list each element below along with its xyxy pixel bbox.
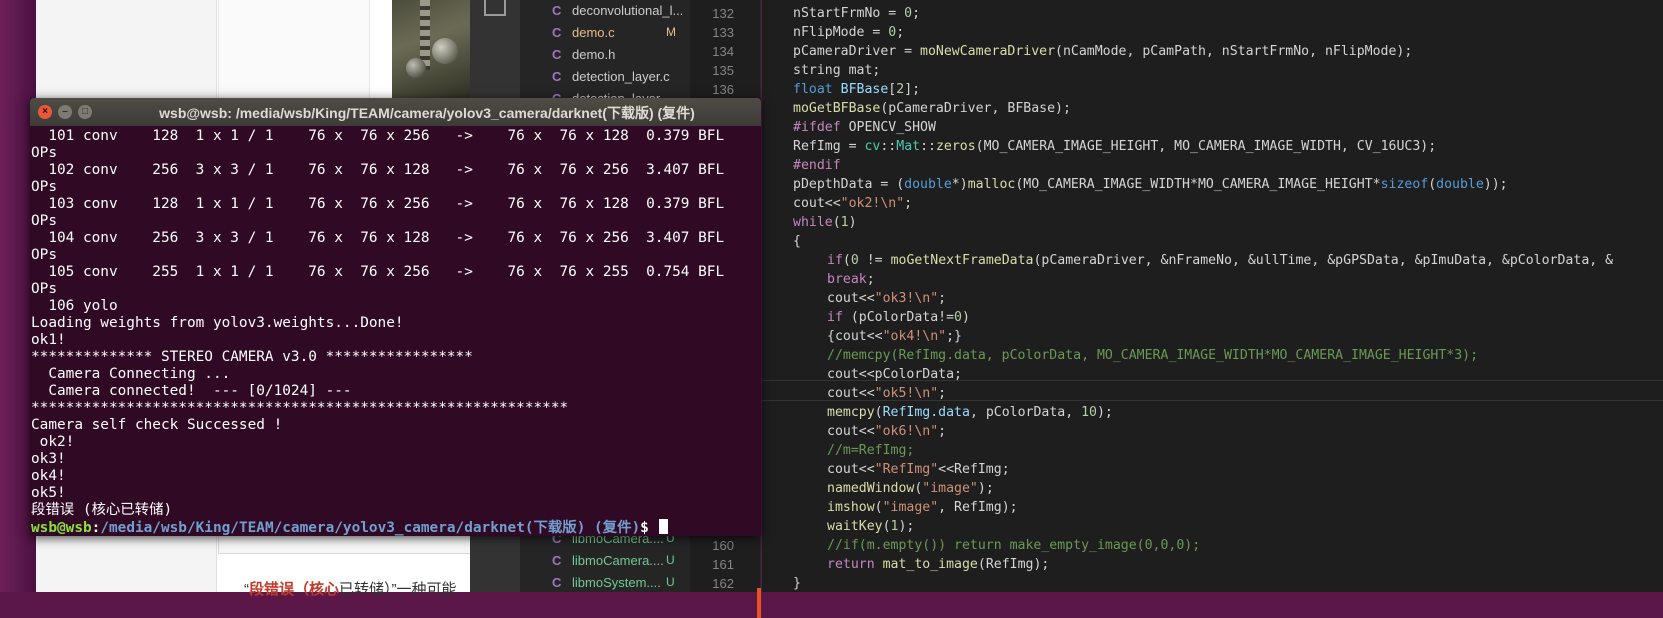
terminal-line: ************** STEREO CAMERA v3.0 ******… (31, 349, 473, 365)
terminal-line: ok4! (31, 468, 66, 484)
terminal-line: ok5! (31, 485, 66, 501)
file-item[interactable]: Cdemo.h (520, 46, 690, 66)
maximize-icon[interactable]: □ (78, 105, 92, 119)
terminal-window[interactable]: × – □ wsb@wsb: /media/wsb/King/TEAM/came… (30, 98, 761, 618)
terminal-edge-marker (757, 588, 761, 618)
terminal-line: OPs (31, 213, 57, 229)
file-item[interactable]: ClibmoCamera.... U (520, 552, 690, 572)
file-item[interactable]: Cdeconvolutional_l... (520, 2, 690, 22)
code-line: //memcpy(RefImg.data, pColorData, MO_CAM… (827, 348, 1479, 363)
c-file-icon: C (552, 553, 562, 568)
terminal-line: 段错误 (核心已转储) (31, 502, 173, 518)
terminal-line: Camera Connecting ... (31, 366, 231, 382)
code-line: namedWindow("image"); (827, 481, 994, 496)
terminal-line: ok2! (31, 434, 75, 450)
terminal-line: Camera connected! --- [0/1024] --- (31, 383, 352, 399)
code-line: { (793, 234, 801, 249)
c-file-icon: C (552, 25, 562, 40)
code-line: //m=RefImg; (827, 443, 915, 458)
code-line: RefImg = cv::Mat::zeros(MO_CAMERA_IMAGE_… (793, 139, 1437, 154)
text-cursor (659, 519, 669, 534)
minimize-icon[interactable]: – (58, 105, 72, 119)
terminal-line: OPs (31, 179, 57, 195)
file-name: detection_layer.c (572, 69, 670, 84)
terminal-line: Camera self check Successed ! (31, 417, 283, 433)
line-number: 132 (712, 6, 734, 21)
file-item[interactable]: Cdetection_layer.c (520, 68, 690, 88)
terminal-title: wsb@wsb: /media/wsb/King/TEAM/camera/yol… (159, 105, 695, 121)
code-line: cout<<"ok3!\n"; (827, 291, 947, 306)
code-line: cout<<pColorData; (827, 367, 962, 382)
terminal-line: ****************************************… (31, 400, 569, 416)
git-status-badge: U (666, 553, 675, 567)
c-file-icon: C (552, 69, 562, 84)
terminal-line: OPs (31, 247, 57, 263)
code-line: cout<<"ok5!\n"; (827, 386, 947, 401)
code-line: if(0 != moGetNextFrameData(pCameraDriver… (827, 253, 1614, 268)
line-number: 135 (712, 63, 734, 78)
terminal-line: 105 conv 255 1 x 1 / 1 76 x 76 x 256 -> … (31, 264, 725, 280)
c-file-icon: C (552, 47, 562, 62)
file-name: deconvolutional_l... (572, 3, 682, 18)
code-line: {cout<<"ok4!\n";} (827, 329, 962, 344)
code-line: return mat_to_image(RefImg); (827, 557, 1050, 572)
article-text: “段错误（核心已转储）”一种可能 (244, 581, 457, 598)
article-image (392, 0, 470, 98)
file-item[interactable]: Cdemo.c M (520, 24, 690, 44)
close-icon[interactable]: × (38, 105, 52, 119)
shell-prompt[interactable]: wsb@wsb:/media/wsb/King/TEAM/camera/yolo… (31, 519, 669, 536)
code-line: imshow("image", RefImg); (827, 500, 1018, 515)
code-line: #ifdef OPENCV_SHOW (793, 120, 936, 135)
prompt-user: wsb@wsb (31, 520, 92, 536)
terminal-line: ok3! (31, 451, 66, 467)
code-line: cout<<"ok2!\n"; (793, 196, 913, 211)
terminal-line: ok1! (31, 332, 66, 348)
code-line: cout<<"RefImg"<<RefImg; (827, 462, 1010, 477)
terminal-line: OPs (31, 281, 57, 297)
line-number: 161 (712, 557, 734, 572)
terminal-line: Loading weights from yolov3.weights...Do… (31, 315, 404, 331)
terminal-line: 101 conv 128 1 x 1 / 1 76 x 76 x 256 -> … (31, 128, 725, 144)
git-status-badge: M (666, 25, 676, 39)
terminal-output[interactable]: 101 conv 128 1 x 1 / 1 76 x 76 x 256 -> … (30, 126, 761, 536)
code-line: //if(m.empty()) return make_empty_image(… (827, 538, 1201, 553)
terminal-titlebar[interactable]: × – □ wsb@wsb: /media/wsb/King/TEAM/came… (30, 98, 761, 126)
code-line: string mat; (793, 63, 881, 78)
code-line: memcpy(RefImg.data, pColorData, 10); (827, 405, 1113, 420)
code-line: nStartFrmNo = 0; (793, 6, 921, 21)
code-line: moGetBFBase(pCameraDriver, BFBase); (793, 101, 1071, 116)
article-text-highlight: 段错误（核心 (249, 581, 340, 598)
article-text-rest: 已转储）”一种可能 (339, 581, 457, 598)
terminal-line: 102 conv 256 3 x 3 / 1 76 x 76 x 128 -> … (31, 162, 725, 178)
code-line: if (pColorData!=0) (827, 310, 970, 325)
code-line: while(1) (793, 215, 857, 230)
prompt-path: /media/wsb/King/TEAM/camera/yolov3_camer… (100, 520, 641, 536)
c-file-icon: C (552, 3, 562, 18)
file-item[interactable]: ClibmoSystem.... U (520, 574, 690, 594)
git-status-badge: U (666, 575, 675, 589)
code-line: pCameraDriver = moNewCameraDriver(nCamMo… (793, 44, 1413, 59)
code-line: float BFBase[2]; (793, 82, 921, 97)
code-line: } (793, 576, 801, 591)
file-name: demo.h (572, 47, 616, 62)
terminal-line: OPs (31, 145, 57, 161)
code-line: waitKey(1); (827, 519, 915, 534)
line-number: 160 (712, 538, 734, 553)
line-number: 133 (712, 25, 734, 40)
code-line: break; (827, 272, 875, 287)
line-number: 162 (712, 576, 734, 591)
c-file-icon: C (552, 575, 562, 590)
terminal-line: 106 yolo (31, 298, 118, 314)
line-number: 136 (712, 82, 734, 97)
prompt-symbol: $ (640, 520, 658, 536)
terminal-line: 103 conv 128 1 x 1 / 1 76 x 76 x 256 -> … (31, 196, 725, 212)
code-line: cout<<"ok6!\n"; (827, 424, 947, 439)
code-line: nFlipMode = 0; (793, 25, 905, 40)
terminal-line: 104 conv 256 3 x 3 / 1 76 x 76 x 128 -> … (31, 230, 725, 246)
explorer-icon[interactable] (484, 0, 506, 16)
code-line: pDepthData = (double*)malloc(MO_CAMERA_I… (793, 177, 1508, 192)
code-line: #endif (793, 158, 841, 173)
line-number: 134 (712, 44, 734, 59)
